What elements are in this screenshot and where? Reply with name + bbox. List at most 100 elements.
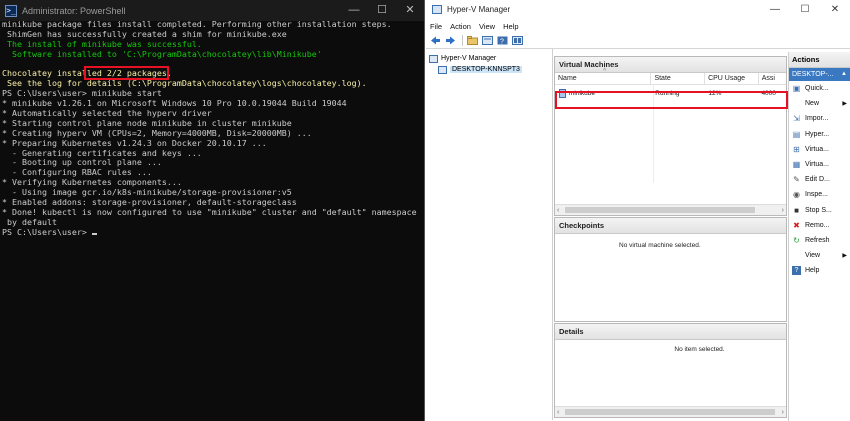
help-icon[interactable]: ? (496, 35, 508, 46)
close-button[interactable]: ✕ (396, 0, 424, 21)
console-icon[interactable] (481, 35, 493, 46)
action-label: Inspe... (805, 191, 828, 199)
tree-root[interactable]: Hyper-V Manager (426, 53, 552, 64)
toolbar: ? (426, 33, 850, 49)
action-item[interactable]: ✖ Remo... (789, 218, 850, 233)
console-line-text: See the log for details (C:\ProgramData\… (2, 78, 367, 89)
navigation-tree: Hyper-V Manager DESKTOP-KNNSPT3 (426, 49, 553, 420)
action-label: Hyper... (805, 130, 830, 138)
toolbar-separator (462, 35, 463, 46)
powershell-icon: >_ (5, 4, 17, 17)
blank-icon (792, 99, 801, 108)
console-line: Software installed to 'C:\ProgramData\ch… (2, 49, 420, 60)
menu-file[interactable]: File (430, 22, 442, 31)
collapse-icon[interactable]: ▲ (841, 68, 847, 81)
blank-icon (792, 251, 801, 260)
powershell-console[interactable]: minikube package files install completed… (2, 20, 420, 421)
details-horizontal-scrollbar[interactable]: ‹ › (555, 406, 786, 417)
sort-arrow-icon: ^ (603, 68, 607, 75)
maximize-button[interactable]: ☐ (790, 4, 820, 15)
column-cpu-usage[interactable]: CPU Usage (705, 73, 759, 84)
action-item[interactable]: ◉ Inspe... (789, 187, 850, 202)
action-label: Refresh (805, 236, 830, 244)
menu-view[interactable]: View (479, 22, 495, 31)
virtual-machines-panel: Virtual Machines ^ Name State CPU Usage … (554, 56, 788, 216)
console-line-text: - Configuring RBAC rules ... (2, 167, 152, 178)
action-label: Help (805, 267, 820, 275)
minimize-button[interactable]: — (760, 4, 790, 15)
vm-horizontal-scrollbar[interactable]: ‹ › (555, 204, 786, 215)
submenu-arrow-icon: ▶ (842, 101, 847, 108)
action-item[interactable]: ↻ Refresh (789, 233, 850, 248)
scroll-left-icon[interactable]: ‹ (557, 207, 559, 214)
action-item[interactable]: ▦ Virtua... (789, 157, 850, 172)
action-item[interactable]: ■ Stop S... (789, 203, 850, 218)
tree-root-label: Hyper-V Manager (441, 55, 497, 62)
action-label: Virtua... (805, 145, 829, 153)
actions-list: ▣ Quick... New ▶ ⇲ Impor... ▤ Hyper... ⊞ Virtua..… (789, 81, 850, 278)
console-cursor (91, 232, 97, 235)
hyperv-titlebar[interactable]: Hyper-V Manager — ☐ ✕ (426, 0, 850, 19)
action-item[interactable]: ▣ Quick... (789, 81, 850, 96)
console-line: * Done! kubectl is now configured to use… (2, 207, 420, 218)
submenu-arrow-icon: ▶ (842, 253, 847, 260)
console-line-text: PS C:\Users\user> (2, 226, 92, 237)
details-title: Details (555, 324, 786, 340)
maximize-button[interactable]: ☐ (368, 0, 396, 21)
console-line-text: PS C:\Users\user> minikube start (2, 88, 162, 99)
actions-host-label: DESKTOP-... (792, 71, 834, 78)
console-scrollbar[interactable] (420, 21, 424, 421)
minimize-button[interactable]: — (340, 0, 368, 21)
action-item[interactable]: ? Help (789, 263, 850, 278)
folder-up-icon[interactable] (466, 35, 478, 46)
scrollbar-thumb[interactable] (565, 207, 755, 213)
console-icon-2[interactable] (511, 35, 523, 46)
svg-text:?: ? (500, 39, 504, 46)
hyperv-window: Hyper-V Manager — ☐ ✕ File Action View H… (426, 0, 850, 421)
details-panel: Details No item selected. ‹ › (554, 323, 787, 418)
console-line-text: * Preparing Kubernetes v1.24.3 on Docker… (2, 137, 267, 148)
powershell-titlebar[interactable]: >_ Administrator: PowerShell — ☐ ✕ (0, 0, 424, 21)
action-item[interactable]: New ▶ (789, 96, 850, 111)
checkpoints-empty-message: No virtual machine selected. (619, 242, 701, 249)
action-label: Remo... (805, 221, 830, 229)
menu-help[interactable]: Help (503, 22, 518, 31)
action-item[interactable]: ⊞ Virtua... (789, 142, 850, 157)
scroll-right-icon[interactable]: › (782, 207, 784, 214)
remove-server-icon: ✖ (793, 220, 800, 230)
action-item[interactable]: View ▶ (789, 248, 850, 263)
action-item[interactable]: ⇲ Impor... (789, 111, 850, 126)
column-state[interactable]: State (651, 73, 706, 84)
console-line-text: by default (2, 216, 57, 227)
menu-action[interactable]: Action (450, 22, 471, 31)
forward-icon[interactable] (444, 35, 456, 46)
inspect-disk-icon: ◉ (793, 190, 800, 200)
actions-host-header[interactable]: DESKTOP-... ▲ (789, 68, 850, 81)
action-item[interactable]: ✎ Edit D... (789, 172, 850, 187)
checkpoints-title: Checkpoints (555, 218, 786, 234)
tree-host-label: DESKTOP-KNNSPT3 (450, 66, 522, 73)
menu-bar: File Action View Help (426, 19, 850, 33)
scroll-left-icon[interactable]: ‹ (557, 409, 559, 416)
back-icon[interactable] (429, 35, 441, 46)
hyperv-settings-icon: ▤ (792, 129, 801, 139)
scroll-right-icon[interactable]: › (782, 409, 784, 416)
hyperv-app-icon (432, 5, 442, 14)
actions-title: Actions (789, 52, 850, 68)
console-line: PS C:\Users\user> (2, 226, 420, 238)
server-icon (438, 65, 447, 74)
scrollbar-thumb[interactable] (565, 409, 775, 415)
edit-disk-icon: ✎ (793, 175, 800, 185)
hyperv-title: Hyper-V Manager (447, 5, 511, 14)
action-item[interactable]: ▤ Hyper... (789, 127, 850, 142)
column-assigned-memory[interactable]: Assi (759, 73, 786, 84)
console-line-text: ShimGen has successfully created a shim … (2, 28, 287, 39)
action-label: View (805, 252, 821, 260)
console-line-text: * Automatically selected the hyperv driv… (2, 108, 212, 119)
close-button[interactable]: ✕ (820, 4, 850, 15)
tree-host[interactable]: DESKTOP-KNNSPT3 (426, 64, 552, 75)
action-label: Edit D... (805, 176, 830, 184)
action-label: Impor... (805, 115, 829, 123)
vm-row-highlight-box (555, 91, 788, 109)
console-line-text: * Creating hyperv VM (CPUs=2, Memory=400… (2, 127, 312, 138)
